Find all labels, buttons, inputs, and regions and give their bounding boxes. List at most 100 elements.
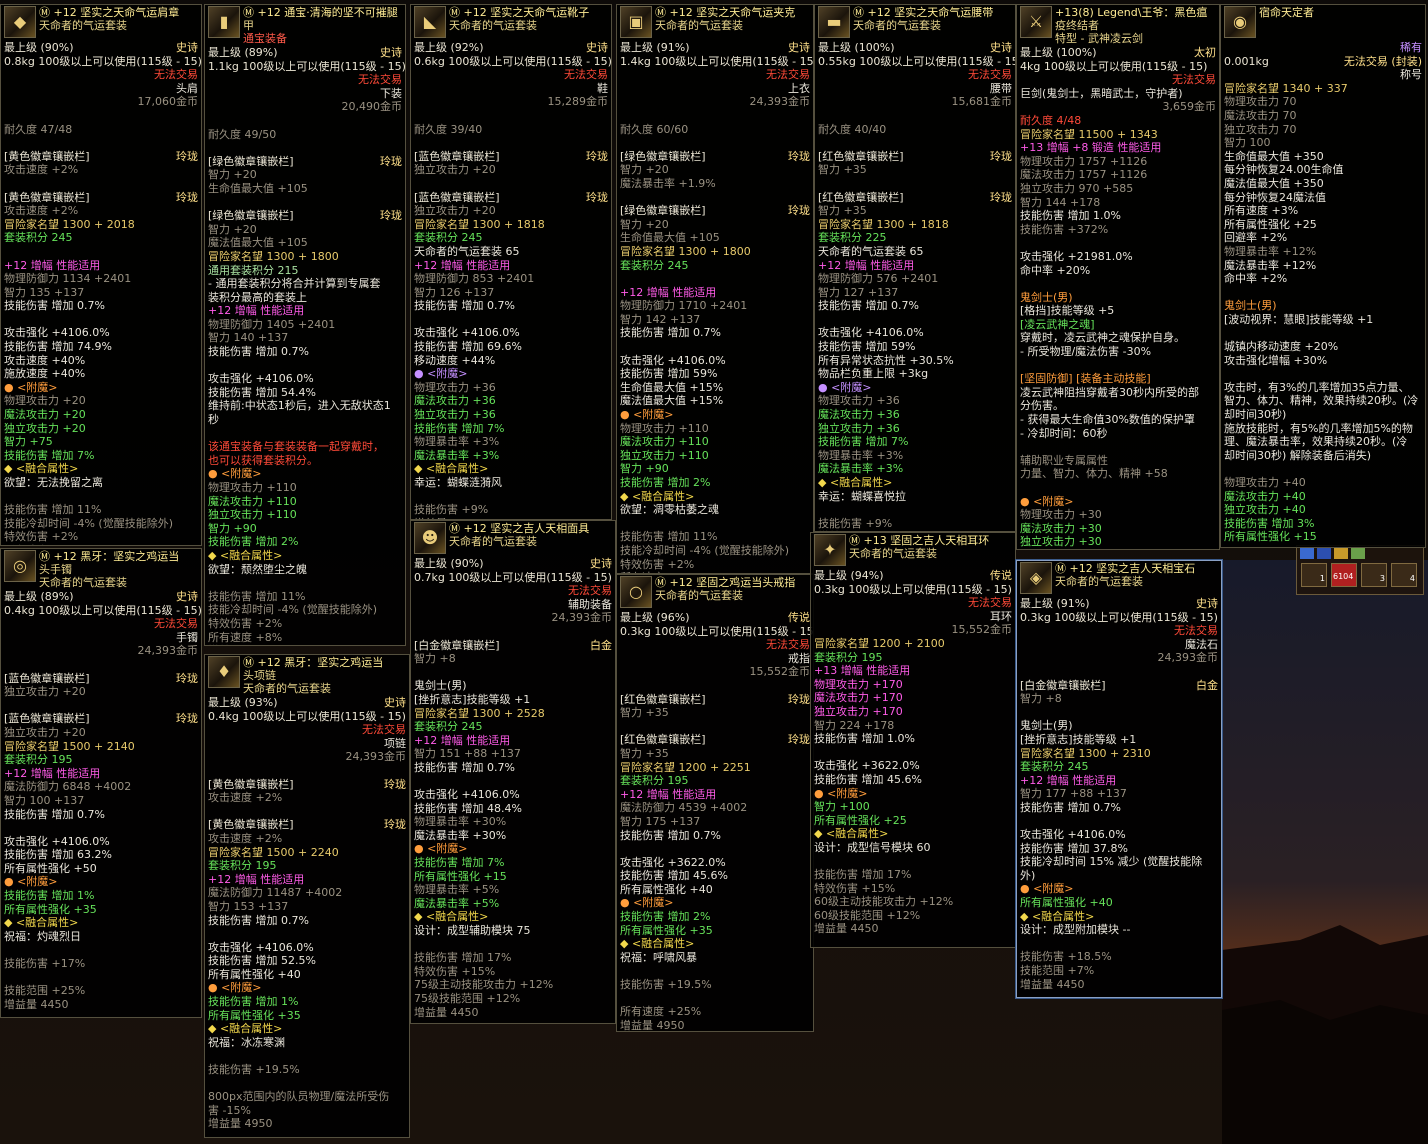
stat-value: 玲珑 [990,190,1012,204]
sword-icon: ⚔ [1020,6,1052,38]
tooltip-line [818,503,1012,517]
stat-row: 4kg 100级以上可以使用(115级 - 15) [1020,60,1216,74]
quickslot-3[interactable]: 3 [1361,563,1387,587]
quickslot-2[interactable]: 6104 [1331,563,1357,587]
tooltip-line: 物理防御力 1710 +2401 [620,299,748,313]
tooltip-line [818,136,1012,150]
stat-row: 最上级 (89%) 史诗 [4,590,198,604]
mask-icon: ☻ [414,522,446,554]
tooltip-line: 耐久度 60/60 [620,122,689,136]
stat-value: 玲珑 [384,777,406,791]
tooltip-header: ◎ Ⓜ +12 黑牙：坚实之鸡运当 头手镯 天命者的气运套装 [4,550,198,589]
stat-label: 最上级 (89%) [208,46,278,59]
stat-value: 玲珑 [788,204,810,218]
tooltip-line: 智力 140 +137 [208,331,289,345]
tooltip-line: 技能伤害 增加 1% [208,995,299,1009]
tooltip-line: 装积分最高的套装上 [208,290,307,304]
stat-row: 0.3kg 100级以上可以使用(115级 - 15) [814,583,1012,597]
tooltip-line [4,313,198,327]
tooltip-line: 魔法值最大值 +15% [620,394,724,408]
tooltip-line: 独立攻击力 +40 [1224,503,1306,517]
tooltip-line: 祝福：冰冻寒渊 [208,1035,285,1049]
tooltip-line: 技能伤害 增加 59% [620,367,718,381]
tooltip-line: 鬼剑士(男) [414,679,467,693]
tooltip-line: 巨剑(鬼剑士，黑暗武士，守护者) [1020,86,1183,100]
tooltip-line: 智力 +35 [620,706,669,720]
tooltip-line: 智力 +35 [620,746,669,760]
quickslot-1[interactable]: 1 [1301,563,1327,587]
item-name-block: Ⓜ +12 通宝·清海的坚不可摧腿甲通宝装备 [243,6,398,45]
tooltip-line: 设计：成型辅助模块 75 [414,924,531,938]
tooltip-line: 智力 135 +137 [4,285,85,299]
buff-icon [1334,548,1348,559]
tooltip-line: 15,552金币 [951,623,1013,637]
tooltip-line: 冒险家名望 1200 + 2251 [620,760,751,774]
tooltip-line: 魔法攻击力 70 [1224,108,1297,122]
tooltip-line: [挫折意志]技能等级 +1 [1020,732,1137,746]
tooltip-line: 20,490金币 [341,100,403,114]
tooltip-line: 75级主动技能攻击力 +12% [414,978,554,992]
tooltip-line: 技能伤害 增加 0.7% [208,913,309,927]
tooltip-line: 3,659金币 [1162,100,1217,114]
tooltip-line: ◆ <融合属性> [208,1022,283,1036]
item-name-line3: 天命者的气运套装 [39,576,127,589]
tooltip-line: 物理暴击率 +3% [414,435,500,449]
stat-label: 最上级 (93%) [208,696,278,709]
quickslot-count: 4 [1409,574,1415,584]
tooltip-line: 稀有 [1400,41,1422,54]
tooltip-line: 技能伤害 +372% [1020,222,1109,236]
stat-label: 0.8kg 100级以上可以使用(115级 - 15) [4,54,202,68]
tooltip-line: 增益量 3360 [208,644,402,645]
tooltip-line: 祝福：呼啸风暴 [620,950,697,964]
tooltip-line: 增益量 4450 [1020,977,1085,991]
tooltip-line: 物理攻击力 +110 [620,421,709,435]
tooltip-line: 智力 100 [1224,136,1271,150]
tooltip-line [4,136,198,150]
tooltip-line: 耳环 [990,609,1012,623]
stat-label: 最上级 (91%) [1020,597,1090,610]
tooltip-line: 手镯 [176,630,198,644]
tooltip-line [4,971,198,985]
tooltip-line: ◆ <融合属性> [414,462,489,476]
tooltip-line: 智力 127 +137 [818,285,899,299]
tooltip-line: 技能伤害 增加 11% [208,589,306,603]
stat-label: [黄色徽章镶嵌栏] [208,777,294,791]
tooltip-line [814,854,1012,868]
tooltip-line: 穿戴时，凌云武神之魂保护自身。 [1020,331,1185,345]
item-name-line3: 天命者的气运套装 [243,682,331,695]
tooltip-line: 技能伤害 增加 52.5% [208,954,316,968]
item-name: Ⓜ +12 通宝·清海的坚不可摧腿 [243,6,398,19]
tooltip-line [620,964,810,978]
tooltip-line: ◆ <融合属性> [4,462,79,476]
item-name-block: Ⓜ +12 坚实之吉人天相面具 天命者的气运套装 [449,522,589,548]
stat-row: [白金徽章镶嵌栏] 白金 [1020,679,1218,693]
stat-label: 0.001kg [1224,54,1269,68]
item-tooltip: ◉ 宿命天定者 稀有 0.001kg 无法交易 (封装) 称号 冒险家名望 1340 + 3… [1220,4,1426,548]
tooltip-line: 攻击强化 +3622.0% [620,855,726,869]
stat-row: 0.6kg 100级以上可以使用(115级 - 15) [414,55,611,69]
tooltip-line: 魔法暴击率 +12% [1224,258,1317,272]
tooltip-line: 智力 +35 [818,163,867,177]
quickslot-4[interactable]: 4 [1391,563,1417,587]
tooltip-line: 物理攻击力 1757 +1126 [1020,154,1148,168]
item-name: 宿命天定者 [1259,6,1314,19]
tooltip-line: 腰带 [990,81,1012,95]
tooltip-line: 特效伤害 +15% [414,964,496,978]
tooltip-line: 独立攻击力 +20 [414,204,496,218]
tooltip-line: - 所受物理/魔法伤害 -30% [1020,345,1152,359]
tooltip-line: 智力 177 +88 +137 [1020,787,1127,801]
tooltip-line: 设计：成型附加模块 -- [1020,923,1131,937]
tooltip-line: ● <附魔> [620,408,674,422]
tooltip-line: 力量、智力、体力、精神 +58 [1020,467,1168,481]
belt-icon: ▬ [818,6,850,38]
gem-icon: ◈ [1020,562,1052,594]
tooltip-line: 24,393金币 [749,95,811,109]
tooltip-line: 魔法防御力 6848 +4002 [4,780,132,794]
item-name-line2: 天命者的气运套装 [655,19,743,32]
tooltip-line: 技能伤害 增加 74.9% [4,340,112,354]
tooltip-line: 技能冷却时间 -4% (觉醒技能除外) [620,543,789,557]
tooltip-line: 魔法暴击率 +5% [414,896,500,910]
tooltip-line: 外) [1020,868,1036,882]
tooltip-line: 幸运：蝴蝶喜悦拉 [818,489,906,503]
stat-row: 0.4kg 100级以上可以使用(115级 - 15) [4,604,201,618]
